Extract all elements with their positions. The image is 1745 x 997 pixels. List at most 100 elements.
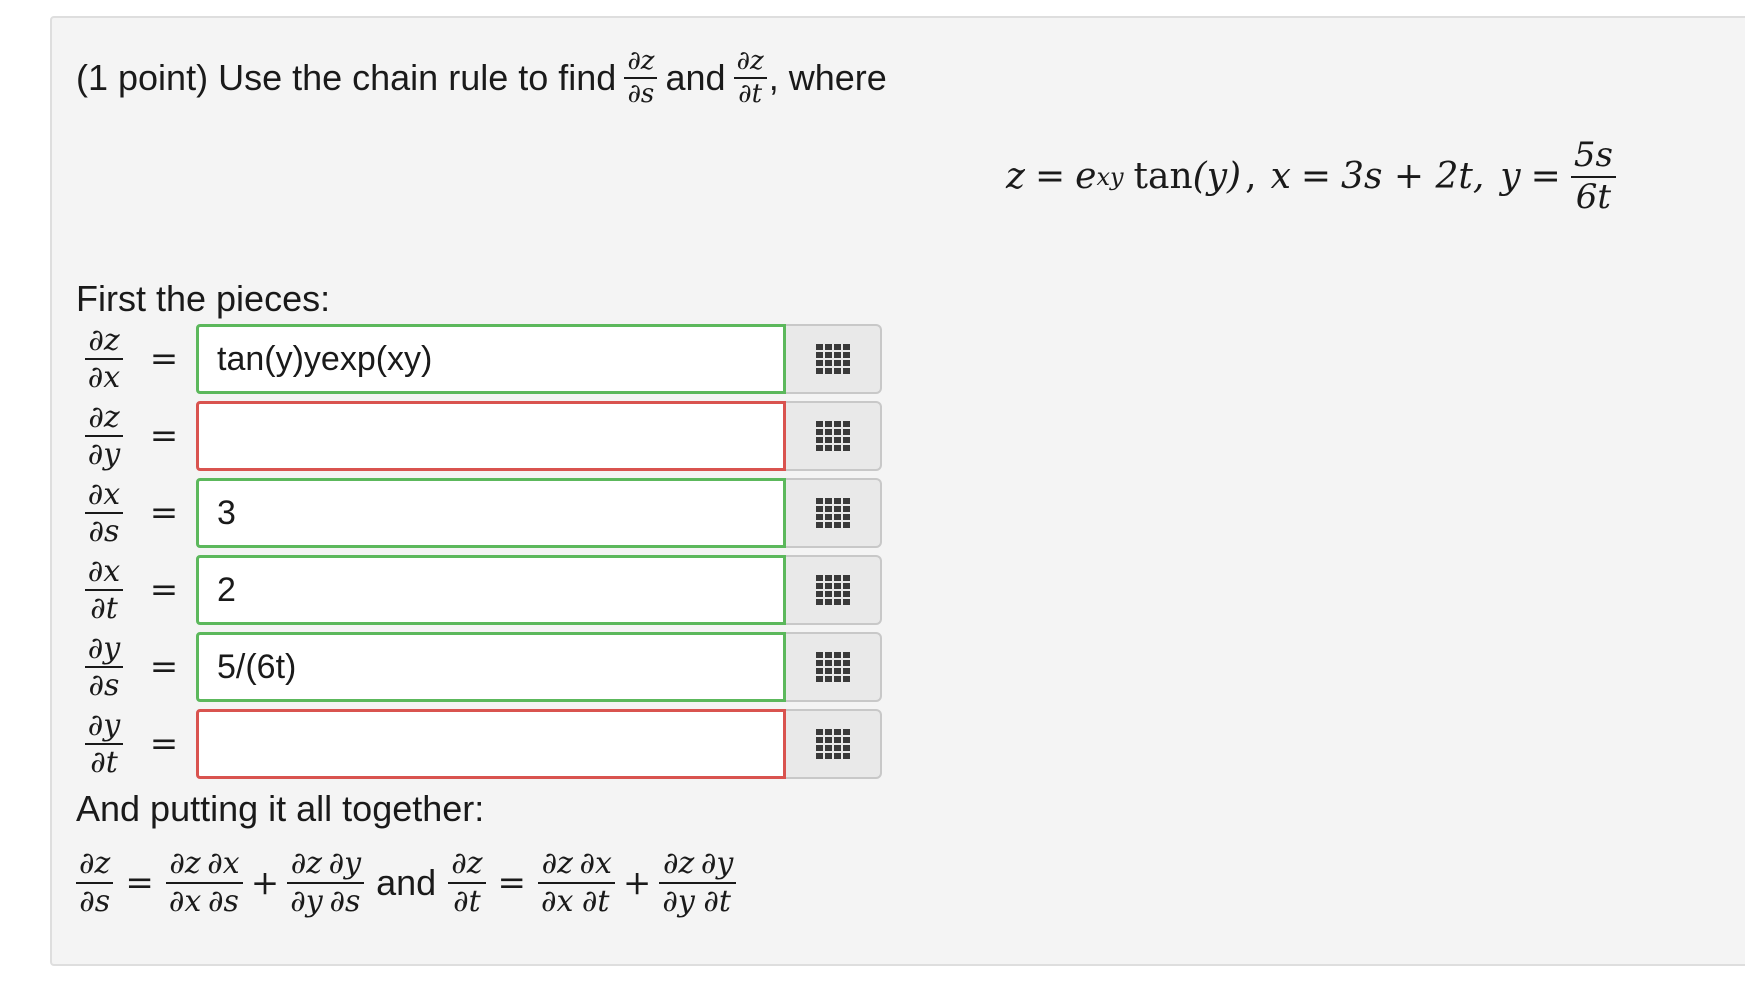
derivative-label: ∂x ∂t bbox=[84, 555, 124, 626]
dz-dx-fraction: ∂z ∂x bbox=[538, 846, 577, 919]
y-fraction: 5s 6t bbox=[1570, 135, 1616, 217]
grid-icon bbox=[816, 344, 850, 374]
chain-rule-formula: ∂z ∂s = ∂z ∂x ∂x ∂s + ∂z ∂y ∂y ∂s and ∂z ∂t = … bbox=[76, 846, 737, 919]
dy-ds-fraction: ∂y ∂s bbox=[325, 846, 365, 919]
x-expression: 3s + 2t, bbox=[1341, 156, 1485, 198]
answer-input[interactable]: 2 bbox=[196, 555, 786, 625]
denominator: ∂x bbox=[541, 883, 574, 919]
numerator: ∂z bbox=[169, 846, 201, 881]
denominator: ∂s bbox=[627, 79, 655, 110]
numerator: ∂y bbox=[328, 846, 362, 881]
numerator: ∂y bbox=[87, 707, 121, 743]
equals-sign: = bbox=[149, 339, 179, 379]
denominator: ∂t bbox=[703, 883, 731, 919]
equals-sign: = bbox=[149, 493, 179, 533]
piece-row: ∂z ∂y = bbox=[76, 399, 882, 473]
denominator: ∂s bbox=[79, 883, 111, 919]
and-label: and bbox=[376, 861, 437, 903]
derivative-label: ∂z ∂x bbox=[84, 322, 124, 395]
equals-sign: = bbox=[1034, 156, 1066, 198]
equals-sign: = bbox=[149, 570, 179, 610]
denominator: ∂x bbox=[87, 360, 121, 395]
numerator: ∂x bbox=[207, 846, 240, 881]
derivative-label: ∂y ∂t bbox=[84, 707, 124, 780]
grid-icon bbox=[816, 498, 850, 528]
answer-input[interactable]: 3 bbox=[196, 478, 786, 548]
denominator: ∂t bbox=[581, 883, 610, 919]
equation-editor-button[interactable] bbox=[786, 401, 882, 471]
problem-connector: and bbox=[665, 57, 726, 99]
grid-icon bbox=[816, 729, 850, 759]
numerator: 5s bbox=[1573, 135, 1613, 175]
dx-ds-fraction: ∂x ∂s bbox=[204, 846, 243, 919]
exp-base: e bbox=[1075, 156, 1097, 198]
separator: , bbox=[1245, 156, 1257, 198]
dz-dt-fraction: ∂z ∂t bbox=[448, 846, 486, 919]
dz-dy-fraction: ∂z ∂y bbox=[659, 846, 698, 917]
putting-together-heading: And putting it all together: bbox=[76, 788, 485, 829]
equals-sign: = bbox=[1530, 156, 1561, 198]
numerator: ∂z bbox=[662, 846, 695, 881]
piece-row: ∂x ∂t = 2 bbox=[76, 553, 882, 627]
derivative-label: ∂x ∂s bbox=[84, 478, 124, 549]
grid-icon bbox=[816, 652, 850, 682]
equals-sign: = bbox=[125, 862, 154, 903]
dz-ds-fraction: ∂z ∂s bbox=[76, 846, 114, 919]
dz-dy-fraction: ∂z ∂y bbox=[287, 846, 326, 919]
dz-ds-fraction: ∂z ∂s bbox=[624, 46, 658, 110]
denominator: ∂t bbox=[90, 591, 118, 626]
exp-power: xy bbox=[1096, 162, 1124, 191]
problem-suffix: , where bbox=[768, 57, 887, 99]
numerator: ∂y bbox=[87, 630, 121, 666]
denominator: ∂s bbox=[329, 883, 361, 919]
dx-dt-fraction: ∂x ∂t bbox=[576, 846, 615, 919]
numerator: ∂z bbox=[88, 322, 120, 358]
denominator: ∂t bbox=[90, 745, 118, 780]
equation-editor-button[interactable] bbox=[786, 709, 882, 779]
equals-sign: = bbox=[1300, 156, 1332, 198]
numerator: ∂z bbox=[736, 46, 764, 76]
z-variable: z bbox=[1006, 156, 1025, 198]
numerator: ∂z bbox=[290, 846, 323, 881]
y-variable: y bbox=[1500, 156, 1521, 198]
piece-row: ∂x ∂s = 3 bbox=[76, 476, 882, 550]
numerator: ∂z bbox=[451, 846, 483, 881]
dy-dt-fraction: ∂y ∂t bbox=[697, 846, 737, 919]
denominator: ∂s bbox=[88, 514, 120, 549]
numerator: ∂z bbox=[541, 846, 573, 881]
numerator: ∂y bbox=[700, 846, 734, 881]
denominator: 6t bbox=[1575, 176, 1611, 217]
denominator: ∂y bbox=[87, 437, 121, 472]
equation-editor-button[interactable] bbox=[786, 478, 882, 548]
plus-sign: + bbox=[250, 862, 280, 903]
derivative-label: ∂z ∂y bbox=[84, 401, 124, 472]
denominator: ∂t bbox=[453, 883, 481, 919]
piece-row: ∂y ∂t = bbox=[76, 707, 882, 781]
equation-editor-button[interactable] bbox=[786, 632, 882, 702]
answer-input[interactable] bbox=[196, 401, 786, 471]
answer-input[interactable]: tan(y)yexp(xy) bbox=[196, 324, 786, 394]
answer-input[interactable]: 5/(6t) bbox=[196, 632, 786, 702]
denominator: ∂y bbox=[290, 883, 323, 919]
equals-sign: = bbox=[149, 416, 179, 456]
tan-argument: (y) bbox=[1192, 156, 1242, 198]
equals-sign: = bbox=[149, 647, 179, 687]
tan-function: tan bbox=[1133, 156, 1193, 198]
problem-prefix: (1 point) Use the chain rule to find bbox=[76, 57, 617, 99]
problem-panel: (1 point) Use the chain rule to find ∂z … bbox=[50, 16, 1745, 966]
equals-sign: = bbox=[149, 724, 179, 764]
equation-editor-button[interactable] bbox=[786, 555, 882, 625]
grid-icon bbox=[816, 575, 850, 605]
numerator: ∂z bbox=[79, 846, 111, 881]
denominator: ∂x bbox=[168, 883, 202, 919]
first-pieces-heading: First the pieces: bbox=[76, 278, 331, 319]
numerator: ∂z bbox=[627, 46, 655, 76]
numerator: ∂x bbox=[579, 846, 612, 881]
derivative-label: ∂y ∂s bbox=[84, 630, 124, 702]
function-definitions: z = e xy tan (y) , x = 3s + 2t, y = 5s 6t bbox=[1006, 135, 1616, 217]
equation-editor-button[interactable] bbox=[786, 324, 882, 394]
plus-sign: + bbox=[622, 862, 652, 903]
piece-row: ∂y ∂s = 5/(6t) bbox=[76, 630, 882, 704]
denominator: ∂s bbox=[208, 883, 239, 919]
answer-input[interactable] bbox=[196, 709, 786, 779]
